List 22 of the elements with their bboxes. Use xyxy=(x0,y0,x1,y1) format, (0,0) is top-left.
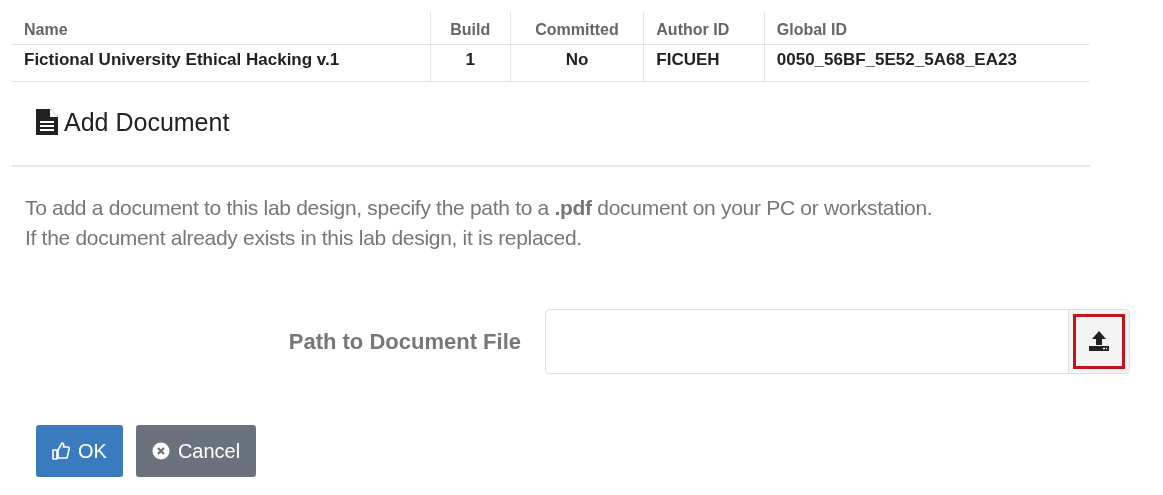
thumbs-up-icon xyxy=(52,441,70,460)
panel-title: Add Document xyxy=(64,106,230,138)
cancel-button[interactable]: Cancel xyxy=(135,424,257,477)
cancel-icon xyxy=(151,441,170,460)
table-cell: FICUEH xyxy=(643,44,765,81)
document-icon xyxy=(36,109,58,136)
column-header: Committed xyxy=(510,12,644,45)
table-cell: No xyxy=(510,44,644,81)
file-path-field[interactable] xyxy=(545,308,1068,374)
table-cell: Fictional University Ethical Hacking v.1 xyxy=(12,44,431,81)
table-cell: 0050_56BF_5E52_5A68_EA23 xyxy=(764,44,1090,81)
column-header: Build xyxy=(430,12,511,45)
column-header: Author ID xyxy=(643,12,765,45)
table-cell: 1 xyxy=(430,44,511,81)
ok-button[interactable]: OK xyxy=(36,424,123,477)
upload-button[interactable] xyxy=(1068,308,1130,374)
description-text: To add a document to this lab design, specify the path to a .pdf document on your PC or workstation. xyxy=(25,195,934,221)
description-text: If the document already exists in this lab design, it is replaced. xyxy=(25,225,583,252)
upload-icon xyxy=(1087,329,1111,354)
column-header: Global ID xyxy=(764,12,1090,45)
field-label: Path to Document File xyxy=(287,327,522,356)
column-header: Name xyxy=(12,12,431,45)
